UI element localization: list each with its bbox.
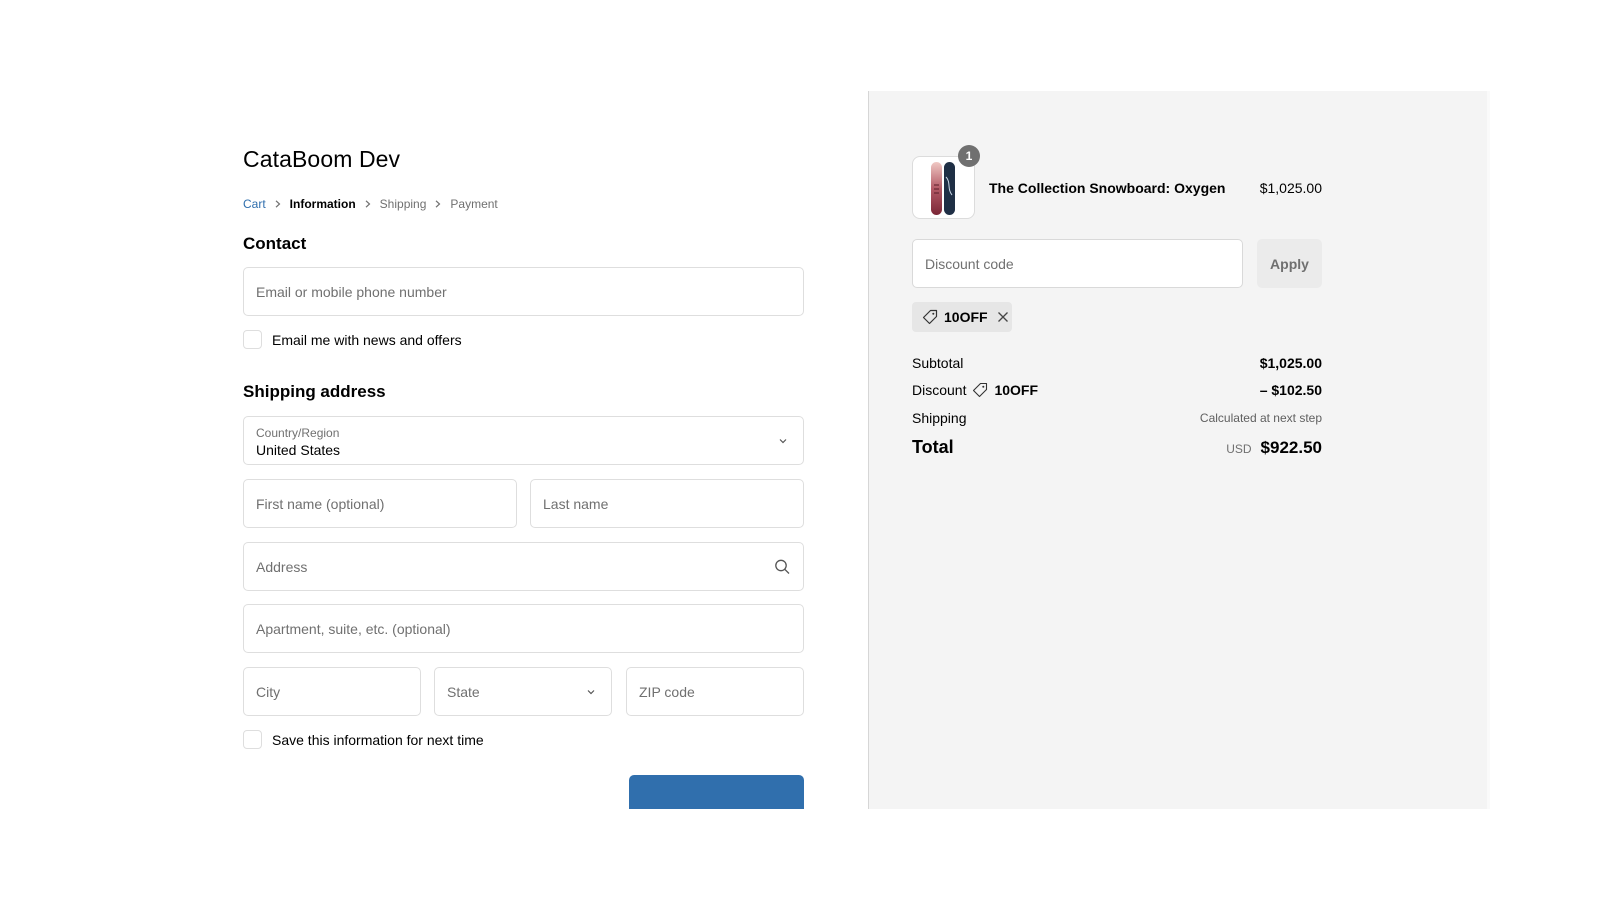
chevron-right-icon [426, 200, 450, 208]
currency-code: USD [1226, 441, 1252, 456]
save-info-checkbox[interactable] [243, 730, 262, 749]
discount-label: Discount [912, 382, 967, 398]
country-select[interactable]: Country/Region United States [243, 416, 804, 465]
address-placeholder: Address [256, 558, 308, 575]
subtotal-value: $1,025.00 [1259, 355, 1322, 371]
shipping-address-heading: Shipping address [243, 382, 386, 401]
subtotal-row: Subtotal $1,025.00 [912, 355, 1322, 371]
last-name-placeholder: Last name [543, 495, 609, 512]
contact-heading: Contact [243, 234, 307, 253]
state-select[interactable]: State [434, 667, 612, 716]
breadcrumb-shipping: Shipping [379, 197, 427, 211]
address-field[interactable]: Address [243, 542, 804, 591]
email-placeholder: Email or mobile phone number [256, 283, 447, 300]
search-icon[interactable] [774, 558, 791, 575]
shipping-row: Shipping Calculated at next step [912, 410, 1322, 426]
chevron-down-icon [587, 689, 595, 694]
newsletter-checkbox-row[interactable]: Email me with news and offers [243, 330, 462, 349]
city-field[interactable]: City [243, 667, 421, 716]
quantity-badge: 1 [958, 145, 980, 167]
tag-icon [973, 382, 988, 398]
breadcrumb-information: Information [289, 197, 356, 211]
first-name-placeholder: First name (optional) [256, 495, 385, 512]
discount-code-input[interactable]: Discount code [912, 239, 1243, 288]
apartment-field[interactable]: Apartment, suite, etc. (optional) [243, 604, 804, 653]
city-placeholder: City [256, 683, 281, 700]
applied-discount-tag: 10OFF [912, 302, 1012, 332]
total-value: $922.50 [1260, 437, 1322, 457]
product-name: The Collection Snowboard: Oxygen [989, 180, 1226, 196]
summary-edge [1487, 91, 1490, 809]
subtotal-label: Subtotal [912, 355, 964, 371]
apartment-placeholder: Apartment, suite, etc. (optional) [256, 620, 451, 637]
breadcrumb-cart[interactable]: Cart [243, 197, 266, 211]
state-placeholder: State [447, 683, 480, 700]
shipping-value: Calculated at next step [1199, 411, 1322, 425]
first-name-field[interactable]: First name (optional) [243, 479, 517, 528]
zip-placeholder: ZIP code [639, 683, 695, 700]
chevron-right-icon [266, 200, 290, 208]
total-label: Total [912, 437, 954, 457]
chevron-down-icon [779, 438, 787, 443]
zip-field[interactable]: ZIP code [626, 667, 804, 716]
discount-value: – $102.50 [1259, 382, 1322, 398]
discount-row: Discount 10OFF – $102.50 [912, 382, 1322, 398]
save-info-label: Save this information for next time [272, 731, 484, 748]
discount-placeholder: Discount code [925, 255, 1014, 272]
newsletter-label: Email me with news and offers [272, 331, 462, 348]
total-row: Total USD $922.50 [912, 437, 1322, 458]
country-label: Country/Region [256, 426, 340, 440]
shipping-label: Shipping [912, 410, 967, 426]
shop-title[interactable]: CataBoom Dev [243, 146, 400, 173]
newsletter-checkbox[interactable] [243, 330, 262, 349]
breadcrumb-payment: Payment [450, 197, 498, 211]
breadcrumb: Cart Information Shipping Payment [243, 197, 498, 211]
last-name-field[interactable]: Last name [530, 479, 804, 528]
tag-icon [922, 309, 938, 325]
chevron-right-icon [356, 200, 380, 208]
product-price: $1,025.00 [1259, 180, 1322, 196]
save-info-checkbox-row[interactable]: Save this information for next time [243, 730, 484, 749]
apply-discount-button[interactable]: Apply [1257, 239, 1322, 288]
continue-to-shipping-button[interactable] [629, 775, 804, 809]
close-icon[interactable] [997, 311, 1009, 323]
country-value: United States [256, 442, 341, 458]
applied-code: 10OFF [944, 309, 988, 325]
discount-code: 10OFF [994, 382, 1039, 398]
checkout-page: CataBoom Dev Cart Information Shipping P… [0, 0, 1600, 809]
email-field[interactable]: Email or mobile phone number [243, 267, 804, 316]
